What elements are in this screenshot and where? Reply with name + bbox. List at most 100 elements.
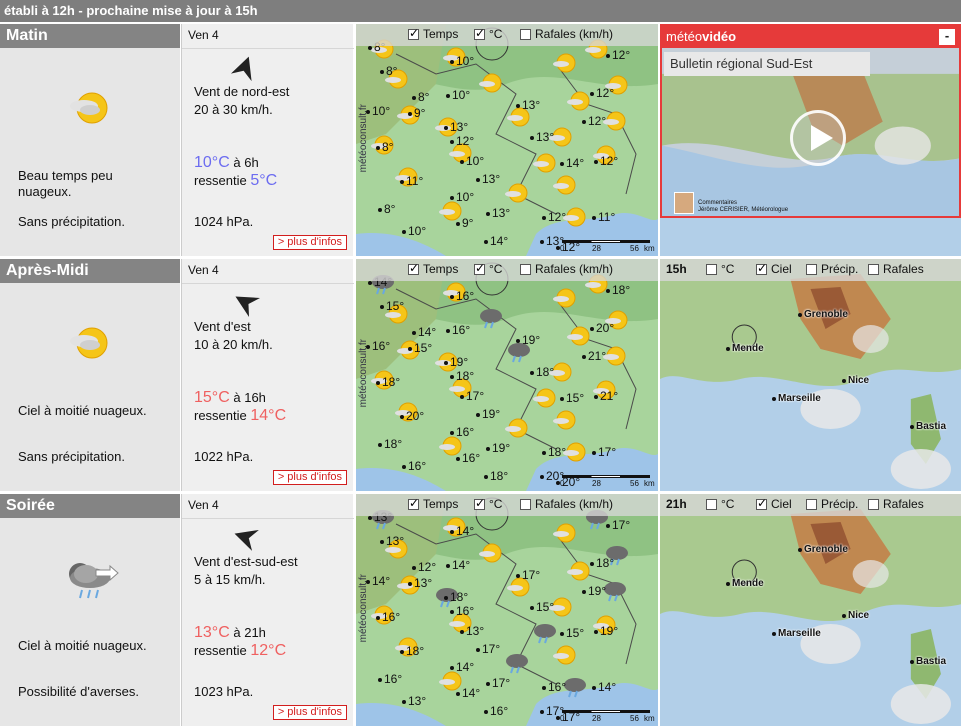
checkbox-box[interactable] — [756, 496, 767, 510]
map-toolbar: Temps °C Rafales (km/h) — [356, 259, 658, 281]
more-info-link[interactable]: > plus d'infos — [272, 705, 347, 720]
radar-precip-label: Précip. — [821, 262, 859, 276]
map-temperature-label: 20° — [596, 321, 615, 335]
checkbox-box[interactable] — [868, 263, 879, 275]
celsius-checkbox[interactable]: °C — [474, 496, 503, 511]
cloud-rain-icon — [480, 309, 502, 329]
wind-arrow-icon — [235, 296, 261, 318]
map-city-dot — [542, 686, 546, 690]
map-weather-icon — [504, 417, 530, 442]
temperature-map-panel[interactable]: 8° 10° 12° 8° 8° 10° 13° 12° 10° 9° 8° 13° 12° 10° 14°… — [356, 24, 658, 256]
city-dot — [726, 582, 730, 586]
checkbox-box[interactable] — [408, 261, 419, 275]
map-weather-icon — [504, 652, 530, 677]
city-mende: Mende — [732, 343, 764, 354]
temperature-map-panel[interactable]: 13° 14° 17° 13° 12° 14° 17° 18° 14° 13° 16° 18° 19° 1… — [356, 494, 658, 726]
precipitation-text: Sans précipitation. — [18, 449, 125, 464]
map-temperature-label: 14° — [490, 234, 509, 248]
rafales-checkbox[interactable]: Rafales (km/h) — [520, 27, 613, 41]
map-temperature-label: 19° — [450, 355, 469, 369]
map-temperature-label: 15° — [566, 391, 585, 405]
map-temperature-label: 16° — [456, 289, 475, 303]
day-label: Ven 4 — [188, 28, 219, 42]
rafales-checkbox[interactable]: Rafales (km/h) — [520, 262, 613, 276]
radar-panel[interactable]: 21h °C Ciel Précip. Rafales Grenoble Mende Nice… — [660, 494, 961, 726]
map-city-dot — [594, 160, 598, 164]
celsius-label: °C — [489, 497, 503, 511]
period-title: Après-Midi — [0, 259, 180, 283]
radar-panel[interactable]: 15h °C Ciel Précip. Rafales Grenoble Mende Nice… — [660, 259, 961, 491]
radar-celsius-checkbox[interactable]: °C — [706, 497, 734, 511]
city-bastia: Bastia — [916, 656, 947, 667]
celsius-label: °C — [489, 27, 503, 41]
map-city-dot — [376, 146, 380, 150]
radar-precip-checkbox[interactable]: Précip. — [806, 497, 858, 511]
radar-celsius-checkbox[interactable]: °C — [706, 262, 734, 276]
checkbox-box[interactable] — [806, 498, 817, 510]
felt-value: 12°C — [250, 642, 287, 659]
radar-precip-checkbox[interactable]: Précip. — [806, 262, 858, 276]
temperature-map-panel[interactable]: 14° 16° 18° 15° 14° 16° 19° 20° 16° 15° 18° 19° 21° 1… — [356, 259, 658, 491]
radar-precip-label: Précip. — [821, 497, 859, 511]
celsius-checkbox[interactable]: °C — [474, 26, 503, 41]
video-player[interactable]: météovidéo - Bulletin régional Sud-Est Comm… — [660, 24, 961, 218]
celsius-checkbox[interactable]: °C — [474, 261, 502, 276]
rafales-checkbox[interactable]: Rafales (km/h) — [520, 497, 613, 511]
map-city-dot — [456, 457, 460, 461]
map-temperature-label: 9° — [462, 216, 474, 230]
map-weather-icon — [478, 542, 504, 567]
checkbox-box[interactable] — [520, 263, 531, 275]
radar-rafales-checkbox[interactable]: Rafales — [868, 497, 924, 511]
checkbox-box[interactable] — [706, 263, 717, 275]
radar-ciel-checkbox[interactable]: Ciel — [756, 496, 792, 511]
map-city-dot — [444, 361, 448, 365]
radar-rafales-checkbox[interactable]: Rafales — [868, 262, 924, 276]
checkbox-box[interactable] — [474, 261, 485, 275]
map-temperature-label: 18° — [612, 283, 631, 297]
map-temperature-label: 19° — [522, 333, 541, 347]
map-temperature-label: 14° — [566, 156, 585, 170]
checkbox-box[interactable] — [408, 496, 419, 510]
map-weather-icon — [552, 409, 578, 434]
play-button[interactable] — [790, 110, 846, 166]
map-temperature-label: 19° — [600, 624, 619, 638]
map-temperature-label: 12° — [456, 134, 475, 148]
precipitation-text: Sans précipitation. — [18, 214, 125, 229]
more-info-link[interactable]: > plus d'infos — [272, 470, 347, 485]
checkbox-box[interactable] — [756, 261, 767, 275]
map-city-dot — [592, 451, 596, 455]
temps-checkbox[interactable]: Temps — [408, 496, 458, 511]
presenter-photo — [674, 192, 694, 214]
checkbox-box[interactable] — [408, 26, 419, 40]
map-city-dot — [542, 451, 546, 455]
checkbox-box[interactable] — [806, 263, 817, 275]
radar-ciel-label: Ciel — [771, 262, 792, 276]
forecast-row-evening: Soirée Ciel à moitié nuageux. Possibilité … — [0, 494, 961, 726]
map-city-dot — [402, 465, 406, 469]
forecast-row-morning: Matin Beau temps peu nuageux. Sans précipit… — [0, 24, 961, 256]
map-scale: 0 28 56 km — [558, 240, 655, 254]
video-close-button[interactable]: - — [939, 29, 955, 45]
radar-ciel-checkbox[interactable]: Ciel — [756, 261, 792, 276]
rafales-label: Rafales (km/h) — [535, 497, 614, 511]
checkbox-box[interactable] — [706, 498, 717, 510]
temps-checkbox[interactable]: Temps — [408, 26, 458, 41]
checkbox-box[interactable] — [474, 26, 485, 40]
temps-checkbox[interactable]: Temps — [408, 261, 458, 276]
map-city-dot — [446, 564, 450, 568]
more-info-link[interactable]: > plus d'infos — [272, 235, 347, 250]
map-temperature-label: 13° — [450, 120, 469, 134]
wind-panel: Ven 4 Vent d'est-sud-est 5 à 15 km/h. 13°C … — [181, 494, 354, 726]
map-city-dot — [450, 295, 454, 299]
video-panel: météovidéo - Bulletin régional Sud-Est Comm… — [660, 24, 961, 256]
map-city-dot — [460, 160, 464, 164]
map-city-dot — [408, 582, 412, 586]
checkbox-box[interactable] — [868, 498, 879, 510]
checkbox-box[interactable] — [520, 498, 531, 510]
map-temperature-label: 13° — [414, 576, 433, 590]
forecast-row-afternoon: Après-Midi Ciel à moitié nuageux. Sans pré… — [0, 259, 961, 491]
map-city-dot — [444, 596, 448, 600]
map-temperature-label: 19° — [492, 441, 511, 455]
checkbox-box[interactable] — [520, 28, 531, 40]
checkbox-box[interactable] — [474, 496, 485, 510]
